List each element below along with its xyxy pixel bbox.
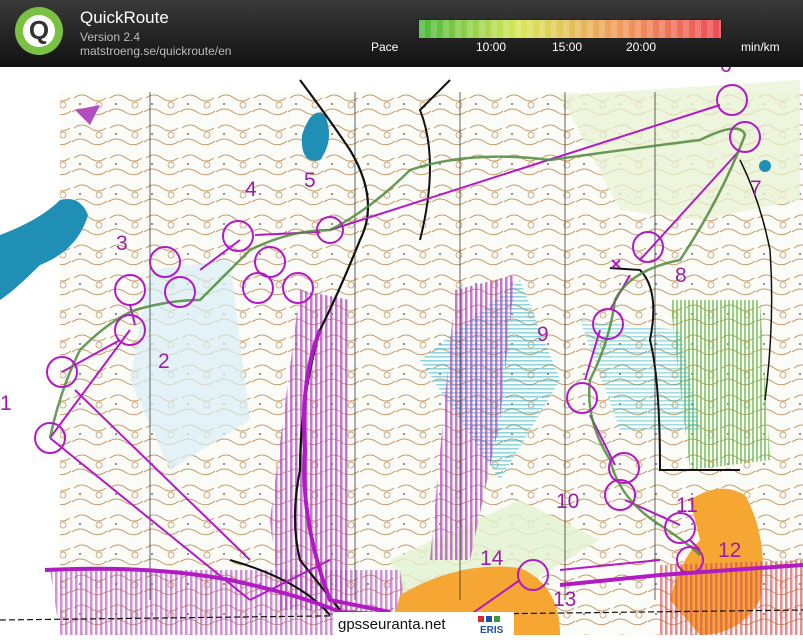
control-number-3: 3 (116, 232, 128, 255)
pace-color-scale (418, 19, 722, 39)
control-number-1: 1 (0, 392, 12, 415)
control-number-8: 8 (675, 264, 687, 287)
pace-tick-20: 20:00 (626, 40, 657, 54)
app-header: Q QuickRoute Version 2.4 matstroeng.se/q… (0, 0, 803, 67)
orienteering-map[interactable]: 1 2 3 4 5 6 7 8 9 10 11 12 13 14 (0, 67, 803, 635)
control-number-14: 14 (480, 547, 504, 570)
control-number-2: 2 (158, 350, 170, 373)
pace-label: Pace (371, 40, 399, 54)
pace-unit: min/km (741, 40, 780, 54)
control-number-5: 5 (304, 169, 316, 192)
eris-logo-icon: ERIS (478, 616, 504, 636)
pace-tick-10: 10:00 (476, 40, 507, 54)
control-number-9: 9 (537, 323, 549, 346)
control-number-7: 7 (750, 177, 762, 200)
svg-text:Q: Q (29, 15, 49, 45)
eris-logo: ERIS (476, 612, 514, 636)
app-version: Version 2.4 (80, 30, 141, 44)
control-number-6: 6 (720, 67, 732, 77)
control-number-12: 12 (718, 539, 741, 562)
map-canvas[interactable]: 1 2 3 4 5 6 7 8 9 10 11 12 13 14 (0, 67, 803, 635)
eris-logo-text: ERIS (480, 625, 504, 635)
control-number-13: 13 (553, 588, 576, 611)
control-number-11: 11 (676, 494, 698, 517)
control-number-10: 10 (556, 490, 579, 513)
app-url[interactable]: matstroeng.se/quickroute/en (80, 44, 231, 58)
control-number-4: 4 (245, 178, 257, 201)
quickroute-logo-icon: Q (15, 7, 63, 55)
app-title: QuickRoute (80, 8, 169, 27)
pace-tick-15: 15:00 (552, 40, 583, 54)
gpsseuranta-credit[interactable]: gpsseuranta.net (338, 616, 446, 633)
